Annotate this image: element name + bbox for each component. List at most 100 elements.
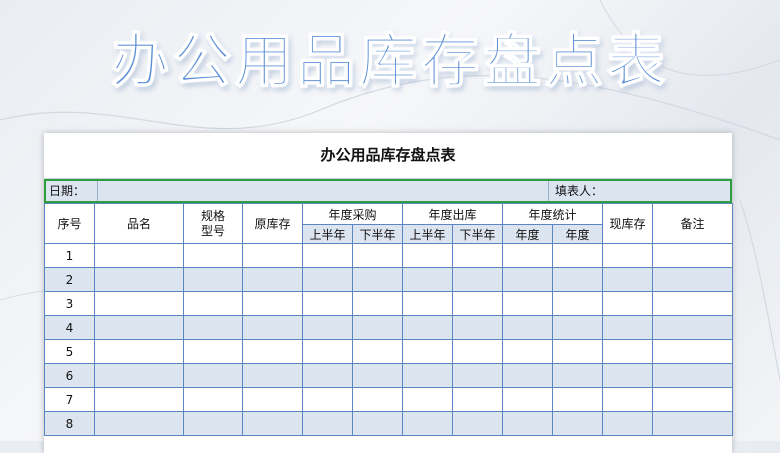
col-purchase-h2: 下半年 — [351, 224, 404, 244]
date-field[interactable] — [98, 181, 549, 201]
table-cell[interactable] — [242, 291, 303, 316]
table-cell[interactable] — [452, 267, 504, 292]
table-cell[interactable] — [602, 243, 654, 268]
row-number: 7 — [44, 387, 95, 412]
table-cell[interactable] — [351, 243, 404, 268]
table-cell[interactable] — [183, 363, 243, 388]
table-cell[interactable] — [552, 243, 604, 268]
table-cell[interactable] — [351, 411, 404, 436]
table-cell[interactable] — [602, 339, 654, 364]
table-cell[interactable] — [602, 387, 654, 412]
table-cell[interactable] — [652, 363, 734, 388]
table-cell[interactable] — [302, 363, 353, 388]
table-cell[interactable] — [302, 243, 353, 268]
table-cell[interactable] — [552, 387, 604, 412]
table-row: 2 — [44, 267, 734, 292]
table-cell[interactable] — [302, 387, 353, 412]
col-name: 品名 — [94, 203, 184, 244]
table-cell[interactable] — [402, 363, 454, 388]
table-cell[interactable] — [452, 291, 504, 316]
table-cell[interactable] — [94, 291, 184, 316]
banner-title: 办公用品库存盘点表 — [110, 26, 669, 96]
table-cell[interactable] — [94, 411, 184, 436]
table-cell[interactable] — [652, 387, 734, 412]
table-cell[interactable] — [302, 411, 353, 436]
table-cell[interactable] — [183, 387, 243, 412]
table-cell[interactable] — [502, 267, 554, 292]
table-cell[interactable] — [552, 363, 604, 388]
table-cell[interactable] — [302, 315, 353, 340]
table-cell[interactable] — [502, 243, 554, 268]
table-cell[interactable] — [402, 339, 454, 364]
table-cell[interactable] — [652, 267, 734, 292]
table-cell[interactable] — [552, 291, 604, 316]
table-cell[interactable] — [402, 387, 454, 412]
table-cell[interactable] — [452, 315, 504, 340]
table-cell[interactable] — [502, 339, 554, 364]
table-cell[interactable] — [94, 267, 184, 292]
table-cell[interactable] — [94, 363, 184, 388]
table-cell[interactable] — [183, 411, 243, 436]
table-cell[interactable] — [94, 243, 184, 268]
table-cell[interactable] — [94, 387, 184, 412]
table-cell[interactable] — [452, 243, 504, 268]
table-cell[interactable] — [502, 315, 554, 340]
table-cell[interactable] — [652, 291, 734, 316]
table-cell[interactable] — [302, 339, 353, 364]
row-number: 3 — [44, 291, 95, 316]
row-number: 4 — [44, 315, 95, 340]
table-cell[interactable] — [183, 267, 243, 292]
table-cell[interactable] — [552, 267, 604, 292]
table-cell[interactable] — [552, 315, 604, 340]
table-cell[interactable] — [452, 411, 504, 436]
table-cell[interactable] — [402, 267, 454, 292]
table-row: 5 — [44, 339, 734, 364]
table-cell[interactable] — [351, 339, 404, 364]
table-cell[interactable] — [242, 363, 303, 388]
table-cell[interactable] — [351, 387, 404, 412]
table-cell[interactable] — [242, 411, 303, 436]
table-cell[interactable] — [183, 243, 243, 268]
table-cell[interactable] — [351, 363, 404, 388]
table-cell[interactable] — [351, 267, 404, 292]
table-cell[interactable] — [242, 243, 303, 268]
table-cell[interactable] — [183, 315, 243, 340]
row-number: 1 — [44, 243, 95, 268]
table-cell[interactable] — [602, 411, 654, 436]
table-cell[interactable] — [302, 267, 353, 292]
table-cell[interactable] — [94, 315, 184, 340]
table-cell[interactable] — [452, 387, 504, 412]
table-cell[interactable] — [602, 291, 654, 316]
table-cell[interactable] — [302, 291, 353, 316]
table-cell[interactable] — [94, 339, 184, 364]
table-cell[interactable] — [351, 315, 404, 340]
table-cell[interactable] — [602, 363, 654, 388]
col-current-stock: 现库存 — [602, 203, 654, 244]
table-cell[interactable] — [242, 267, 303, 292]
table-cell[interactable] — [402, 411, 454, 436]
table-cell[interactable] — [402, 315, 454, 340]
table-cell[interactable] — [502, 363, 554, 388]
table-cell[interactable] — [183, 339, 243, 364]
table-cell[interactable] — [652, 411, 734, 436]
table-cell[interactable] — [242, 315, 303, 340]
table-cell[interactable] — [452, 363, 504, 388]
table-cell[interactable] — [402, 291, 454, 316]
table-cell[interactable] — [402, 243, 454, 268]
table-cell[interactable] — [502, 411, 554, 436]
table-cell[interactable] — [351, 291, 404, 316]
table-cell[interactable] — [552, 411, 604, 436]
filler-label: 填表人： — [555, 184, 604, 198]
table-cell[interactable] — [502, 291, 554, 316]
table-cell[interactable] — [552, 339, 604, 364]
table-cell[interactable] — [602, 315, 654, 340]
table-cell[interactable] — [452, 339, 504, 364]
table-cell[interactable] — [652, 243, 734, 268]
table-cell[interactable] — [652, 315, 734, 340]
table-cell[interactable] — [242, 339, 303, 364]
table-cell[interactable] — [652, 339, 734, 364]
table-cell[interactable] — [242, 387, 303, 412]
table-cell[interactable] — [502, 387, 554, 412]
table-cell[interactable] — [183, 291, 243, 316]
table-cell[interactable] — [602, 267, 654, 292]
